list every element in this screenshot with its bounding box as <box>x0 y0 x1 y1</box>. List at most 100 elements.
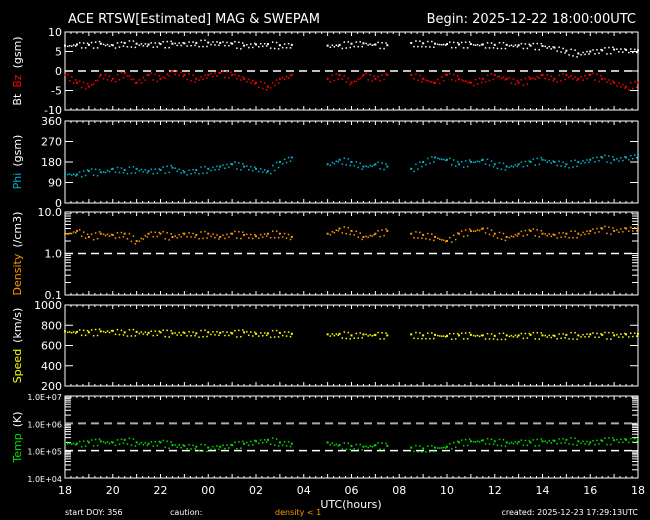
data-point-bz <box>616 85 618 87</box>
data-point-density <box>540 229 543 232</box>
data-point-bz <box>526 83 529 85</box>
data-point-phi <box>345 163 348 166</box>
data-point-temp <box>550 442 552 444</box>
data-point-bt <box>562 47 564 50</box>
data-point-phi <box>564 165 566 168</box>
data-point-phi <box>421 165 423 168</box>
data-point-speed <box>541 334 544 337</box>
data-point-phi <box>192 168 194 171</box>
data-point-density <box>138 240 141 243</box>
data-point-density <box>613 229 616 232</box>
data-point-phi <box>206 172 208 174</box>
data-point-speed <box>379 338 381 340</box>
data-point-temp <box>162 439 164 442</box>
data-point-bt <box>190 44 192 47</box>
data-point-temp <box>490 438 493 440</box>
data-point-bt <box>419 40 421 42</box>
data-point-phi <box>448 157 451 160</box>
data-point-density <box>64 232 66 235</box>
data-point-bz <box>572 78 574 80</box>
data-point-density <box>271 230 274 232</box>
data-point-temp <box>347 442 350 445</box>
data-point-temp <box>252 444 254 446</box>
data-point-phi <box>598 160 600 162</box>
data-point-bt <box>434 42 437 45</box>
data-point-density <box>142 238 145 240</box>
data-point-speed <box>457 334 460 337</box>
data-point-bt <box>508 45 511 47</box>
data-point-phi <box>176 170 178 172</box>
data-point-bt <box>484 47 487 49</box>
data-point-temp <box>275 438 278 440</box>
data-point-bz <box>512 78 515 81</box>
data-point-density <box>526 234 529 236</box>
data-point-bt <box>333 46 336 48</box>
data-point-phi <box>180 172 182 174</box>
data-point-phi <box>326 163 329 166</box>
data-point-phi <box>616 158 618 160</box>
panel-frame <box>64 304 639 387</box>
data-point-bz <box>369 73 371 76</box>
data-point-bt <box>457 43 460 46</box>
data-point-density <box>484 232 487 234</box>
data-point-temp <box>80 445 83 448</box>
data-point-phi <box>454 165 457 167</box>
data-point-speed <box>147 331 150 334</box>
data-point-speed <box>484 338 487 340</box>
data-point-bt <box>94 41 97 43</box>
data-point-bz <box>589 73 592 76</box>
data-point-temp <box>154 440 157 443</box>
data-point-density <box>104 234 107 237</box>
data-point-phi <box>275 161 278 164</box>
data-point-phi <box>104 171 107 174</box>
data-point-phi <box>142 170 145 173</box>
data-point-temp <box>350 444 353 447</box>
data-point-temp <box>529 441 532 444</box>
data-point-bt <box>278 44 281 47</box>
data-point-temp <box>604 437 606 439</box>
y-tick-label: 360 <box>41 115 62 128</box>
data-point-phi <box>168 171 170 174</box>
data-point-temp <box>261 441 264 444</box>
data-point-speed <box>118 333 121 336</box>
data-point-temp <box>422 447 425 450</box>
y-axis-label-part: Bz <box>11 74 24 88</box>
data-point-speed <box>577 334 580 337</box>
data-point-speed <box>492 338 495 340</box>
data-point-density <box>556 237 558 239</box>
data-point-density <box>608 226 610 228</box>
data-point-temp <box>84 445 87 447</box>
data-point-bz <box>171 70 174 72</box>
data-point-temp <box>516 442 519 445</box>
data-point-temp <box>452 441 455 444</box>
data-point-phi <box>478 160 481 163</box>
data-point-bz <box>87 85 90 88</box>
data-point-density <box>588 232 590 235</box>
data-point-bz <box>99 73 102 76</box>
data-point-density <box>589 229 592 232</box>
data-point-speed <box>87 331 90 334</box>
data-point-bz <box>64 73 66 76</box>
data-point-phi <box>592 157 594 159</box>
data-point-bz <box>419 74 421 77</box>
data-point-phi <box>457 163 460 166</box>
data-point-phi <box>202 172 204 175</box>
data-point-density <box>361 238 363 241</box>
data-point-density <box>353 234 355 236</box>
data-point-phi <box>431 156 433 158</box>
y-axis-label-part: Bt <box>11 93 24 106</box>
data-point-bt <box>498 41 501 44</box>
data-point-density <box>630 226 632 229</box>
data-point-density <box>632 230 634 232</box>
data-point-temp <box>514 441 517 443</box>
data-point-speed <box>252 335 254 337</box>
data-point-speed <box>206 335 208 338</box>
data-point-phi <box>437 157 439 160</box>
data-point-bt <box>174 42 176 45</box>
data-point-density <box>580 234 582 236</box>
data-point-phi <box>604 154 606 157</box>
data-point-bt <box>516 46 519 48</box>
data-point-temp <box>64 441 66 444</box>
data-point-density <box>108 235 111 237</box>
data-point-temp <box>200 443 202 446</box>
